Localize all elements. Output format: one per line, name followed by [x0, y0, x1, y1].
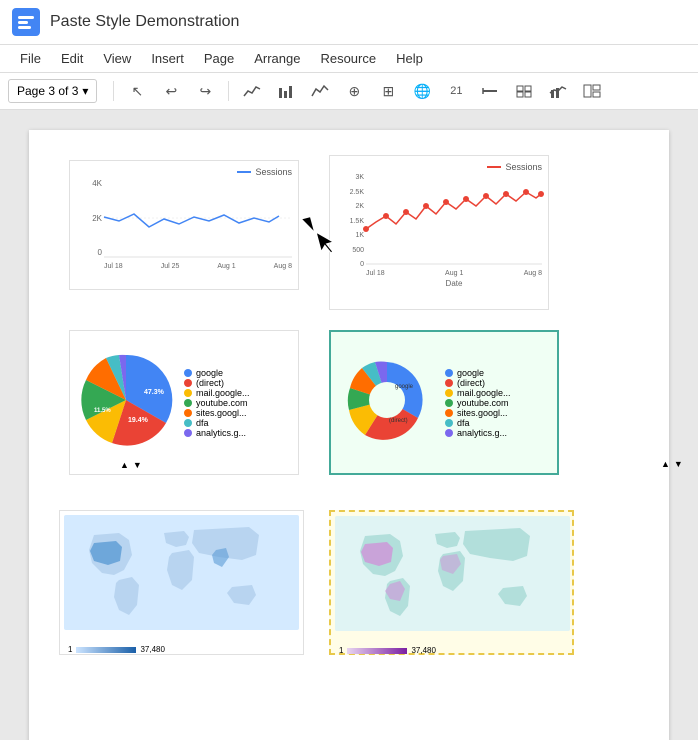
- y-label-4k: 4K: [92, 179, 102, 188]
- y2-500: 500: [352, 247, 364, 254]
- x2-jul18: Jul 18: [366, 270, 385, 277]
- map1-scale-bar: [76, 647, 136, 653]
- y2-1k: 1K: [355, 232, 364, 239]
- y-label-2k: 2K: [92, 214, 102, 223]
- toolbar-separator: [113, 81, 114, 101]
- bullet-chart-tool[interactable]: [475, 77, 505, 105]
- map-1-svg: [64, 515, 299, 640]
- menu-insert[interactable]: Insert: [143, 47, 192, 70]
- redo-button[interactable]: ↪: [190, 77, 220, 105]
- y2-0: 0: [360, 261, 364, 268]
- map2-scale-end: 37,480: [411, 646, 435, 655]
- map-chart-2[interactable]: 1 37,480: [329, 510, 574, 655]
- pie2-prev[interactable]: ▲: [661, 459, 670, 469]
- map-chart-1[interactable]: 1 37,480: [59, 510, 304, 655]
- chevron-down-icon: ▾: [82, 84, 88, 98]
- map-tool[interactable]: 🌐: [407, 77, 437, 105]
- line-chart-2[interactable]: Sessions 3K 2.5K 2K 1.5K 1K 500 0: [329, 155, 549, 310]
- area-chart-tool[interactable]: [305, 77, 335, 105]
- menu-bar: File Edit View Insert Page Arrange Resou…: [0, 45, 698, 73]
- scorecard-tool[interactable]: 21: [441, 77, 471, 105]
- x-label-aug8: Aug 8: [274, 263, 292, 270]
- pie-chart-1-svg: 47.3% 19.4% 11.5%: [76, 350, 176, 450]
- x-label-jul18: Jul 18: [104, 263, 123, 270]
- pie1-prev[interactable]: ▲: [120, 460, 129, 470]
- x2-aug1: Aug 1: [445, 270, 463, 277]
- line-chart-2-legend: Sessions: [505, 162, 542, 172]
- x-label-aug1: Aug 1: [217, 263, 235, 270]
- menu-edit[interactable]: Edit: [53, 47, 91, 70]
- svg-text:(direct): (direct): [389, 418, 408, 424]
- page-canvas: Sessions 4K 2K 0 Jul 18 Jul 25: [29, 130, 669, 740]
- app-title: Paste Style Demonstration: [50, 13, 239, 31]
- table-tool[interactable]: ⊞: [373, 77, 403, 105]
- app-logo: [12, 8, 40, 36]
- pivot-tool[interactable]: [509, 77, 539, 105]
- y2-1.5k: 1.5K: [350, 218, 364, 225]
- pie-chart-2[interactable]: google (direct) google (direct) mail.goo…: [329, 330, 559, 475]
- map2-scale-start: 1: [339, 646, 343, 655]
- svg-text:google: google: [395, 384, 414, 390]
- svg-text:19.4%: 19.4%: [128, 417, 149, 424]
- pie-chart-1[interactable]: 47.3% 19.4% 11.5% google (direct) mail.g…: [69, 330, 299, 475]
- svg-text:11.5%: 11.5%: [94, 408, 111, 414]
- y-label-0: 0: [98, 248, 102, 257]
- cursor-pointer: [302, 217, 313, 233]
- bar-chart-tool[interactable]: [271, 77, 301, 105]
- undo-button[interactable]: ↩: [156, 77, 186, 105]
- add-chart-button[interactable]: ⊕: [339, 77, 369, 105]
- pie2-next[interactable]: ▼: [674, 459, 683, 469]
- toolbar: Page 3 of 3 ▾ ↖ ↩ ↪ ⊕ ⊞ 🌐 21: [0, 73, 698, 110]
- menu-view[interactable]: View: [95, 47, 139, 70]
- title-bar: Paste Style Demonstration: [0, 0, 698, 45]
- menu-help[interactable]: Help: [388, 47, 431, 70]
- pie-chart-1-legend: google (direct) mail.google... youtube.c…: [184, 368, 292, 438]
- map1-scale-end: 37,480: [140, 645, 164, 654]
- menu-resource[interactable]: Resource: [312, 47, 384, 70]
- x2-aug8: Aug 8: [524, 270, 542, 277]
- y2-2.5k: 2.5K: [350, 189, 364, 196]
- pie-chart-2-svg: google (direct): [337, 350, 437, 450]
- tree-map-tool[interactable]: [577, 77, 607, 105]
- x-label-jul25: Jul 25: [161, 263, 180, 270]
- y2-3k: 3K: [355, 174, 364, 181]
- page-label: Page 3 of 3: [17, 84, 78, 98]
- line-chart-1-legend: Sessions: [255, 167, 292, 177]
- line-chart-tool[interactable]: [237, 77, 267, 105]
- line-chart-1[interactable]: Sessions 4K 2K 0 Jul 18 Jul 25: [69, 160, 299, 290]
- map2-scale-bar: [347, 648, 407, 654]
- page-selector[interactable]: Page 3 of 3 ▾: [8, 79, 97, 103]
- canvas-area[interactable]: Sessions 4K 2K 0 Jul 18 Jul 25: [0, 110, 698, 740]
- pie1-next[interactable]: ▼: [133, 460, 142, 470]
- combo-chart-tool[interactable]: [543, 77, 573, 105]
- map1-scale-start: 1: [68, 645, 72, 654]
- pie-chart-2-legend: google (direct) mail.google... youtube.c…: [445, 368, 551, 438]
- select-tool-button[interactable]: ↖: [122, 77, 152, 105]
- menu-page[interactable]: Page: [196, 47, 242, 70]
- menu-arrange[interactable]: Arrange: [246, 47, 308, 70]
- y2-2k: 2K: [355, 203, 364, 210]
- menu-file[interactable]: File: [12, 47, 49, 70]
- toolbar-separator-2: [228, 81, 229, 101]
- svg-text:47.3%: 47.3%: [144, 389, 165, 396]
- map-2-svg: [335, 516, 570, 641]
- x2-axis-label: Date: [446, 279, 463, 288]
